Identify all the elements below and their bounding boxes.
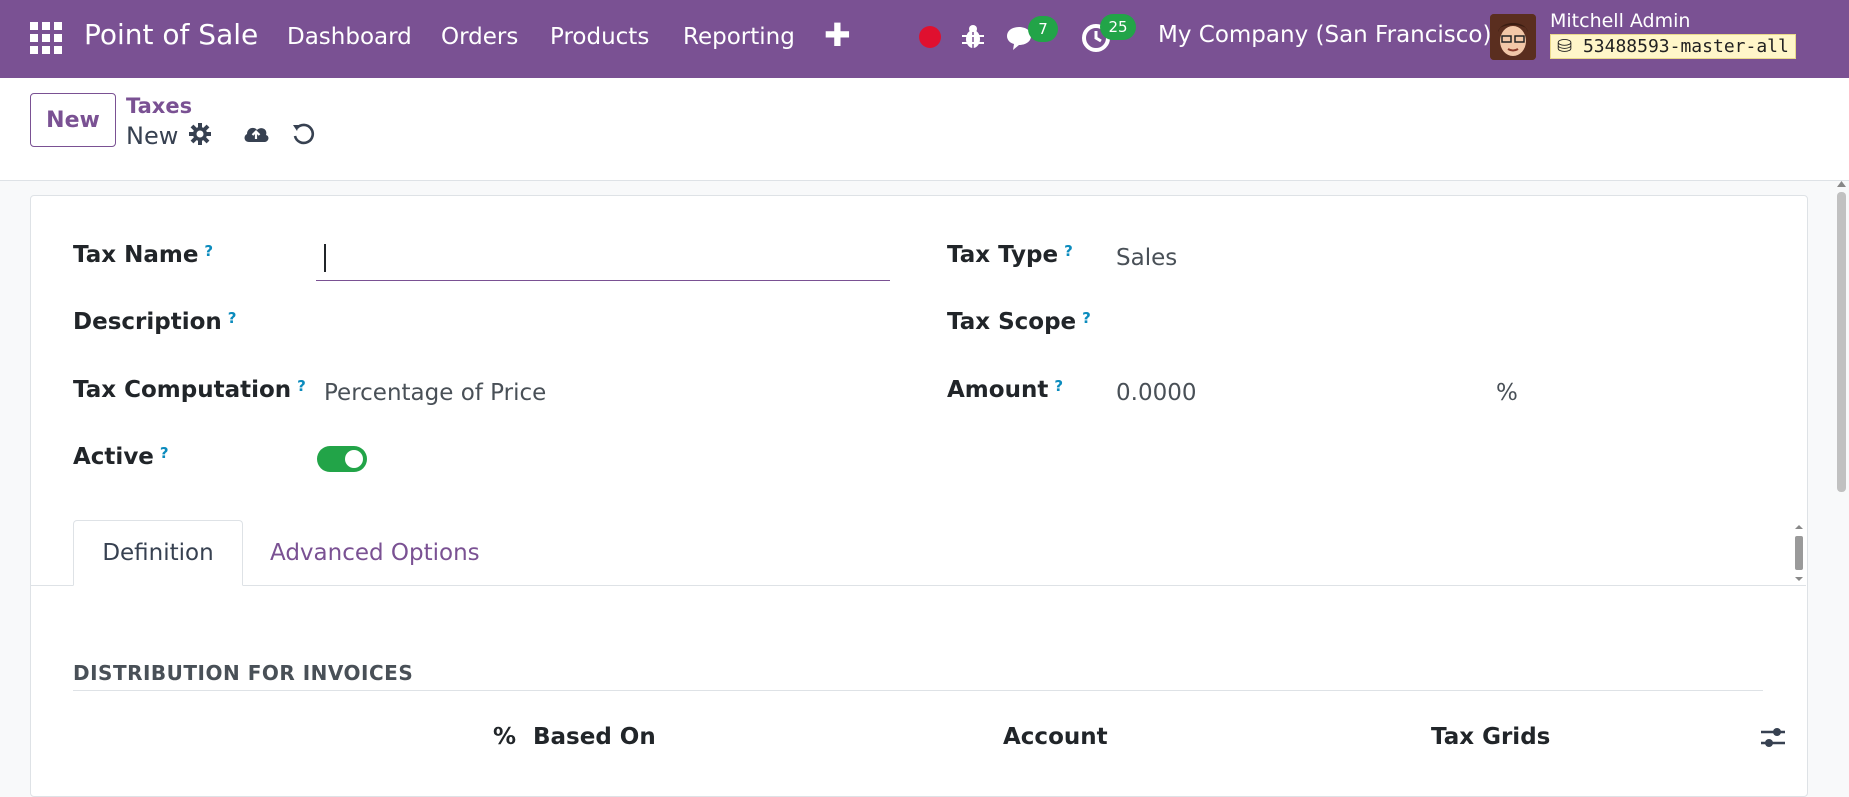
tax-scope-label: Tax Scope? (947, 309, 1091, 335)
tax-type-label: Tax Type? (947, 242, 1073, 268)
menu-orders[interactable]: Orders (441, 24, 518, 50)
cloud-upload-icon[interactable] (242, 122, 270, 146)
page-scrollbar[interactable] (1834, 180, 1849, 765)
database-name: 53488593-master-all (1582, 36, 1789, 57)
column-header-tax-grids: Tax Grids (1431, 724, 1551, 750)
amount-help-icon[interactable]: ? (1054, 377, 1063, 395)
tab-advanced-options[interactable]: Advanced Options (270, 540, 480, 566)
database-icon: ⛁ (1557, 36, 1573, 57)
user-name[interactable]: Mitchell Admin (1550, 10, 1690, 32)
add-menu-icon[interactable]: ✚ (824, 16, 851, 54)
form-sheet (30, 195, 1808, 797)
amount-input[interactable]: 0.0000 (1116, 380, 1196, 406)
breadcrumb-current: New (126, 122, 179, 150)
tax-computation-select[interactable]: Percentage of Price (324, 380, 546, 406)
messages-count-badge: 7 (1028, 16, 1058, 42)
column-header-account: Account (1003, 724, 1108, 750)
tax-type-select[interactable]: Sales (1116, 245, 1177, 271)
user-avatar[interactable] (1490, 14, 1536, 60)
tax-name-label-text: Tax Name (73, 242, 199, 268)
menu-products[interactable]: Products (550, 24, 649, 50)
menu-reporting[interactable]: Reporting (683, 24, 795, 50)
amount-unit: % (1496, 380, 1518, 406)
active-toggle[interactable] (317, 446, 367, 472)
active-help-icon[interactable]: ? (160, 444, 169, 462)
scroll-up-arrow-icon[interactable] (1837, 180, 1846, 188)
top-navbar: Point of Sale Dashboard Orders Products … (0, 0, 1849, 78)
new-button[interactable]: New (30, 93, 116, 147)
description-label-text: Description (73, 309, 222, 335)
debug-bug-icon[interactable] (960, 22, 986, 52)
tax-name-input[interactable] (316, 240, 890, 281)
apps-menu-icon[interactable] (30, 22, 62, 54)
discard-undo-icon[interactable] (291, 122, 315, 146)
app-brand[interactable]: Point of Sale (84, 18, 258, 51)
control-panel (0, 78, 1849, 181)
database-tag: ⛁ 53488593-master-all (1550, 34, 1796, 59)
tax-type-help-icon[interactable]: ? (1064, 242, 1073, 260)
tab-definition[interactable]: Definition (73, 520, 243, 586)
description-help-icon[interactable]: ? (228, 309, 237, 327)
tax-scope-label-text: Tax Scope (947, 309, 1077, 335)
tabs-divider (30, 585, 1806, 586)
optional-columns-sliders-icon[interactable] (1760, 726, 1786, 750)
tax-computation-help-icon[interactable]: ? (297, 377, 306, 395)
amount-label-text: Amount (947, 377, 1049, 403)
menu-dashboard[interactable]: Dashboard (287, 24, 412, 50)
active-label: Active? (73, 444, 169, 470)
tax-computation-label: Tax Computation? (73, 377, 306, 403)
tax-name-label: Tax Name? (73, 242, 213, 268)
distribution-section-title: DISTRIBUTION FOR INVOICES (73, 661, 414, 685)
tax-type-label-text: Tax Type (947, 242, 1059, 268)
breadcrumb-taxes-link[interactable]: Taxes (126, 94, 192, 118)
gear-icon[interactable] (188, 122, 212, 146)
page-scroll-thumb[interactable] (1837, 192, 1846, 492)
description-label: Description? (73, 309, 236, 335)
column-header-percent: % (493, 724, 517, 750)
tax-scope-help-icon[interactable]: ? (1082, 309, 1091, 327)
tabs-scrollbar[interactable] (1792, 522, 1806, 584)
tax-name-help-icon[interactable]: ? (204, 242, 213, 260)
column-header-based-on: Based On (533, 724, 656, 750)
section-divider (73, 690, 1763, 691)
activity-count-badge: 25 (1100, 14, 1136, 40)
tax-computation-label-text: Tax Computation (73, 377, 292, 403)
text-caret (324, 244, 326, 272)
company-switcher[interactable]: My Company (San Francisco) (1158, 22, 1491, 48)
active-label-text: Active (73, 444, 154, 470)
amount-label: Amount? (947, 377, 1063, 403)
record-indicator-icon[interactable] (919, 26, 941, 48)
